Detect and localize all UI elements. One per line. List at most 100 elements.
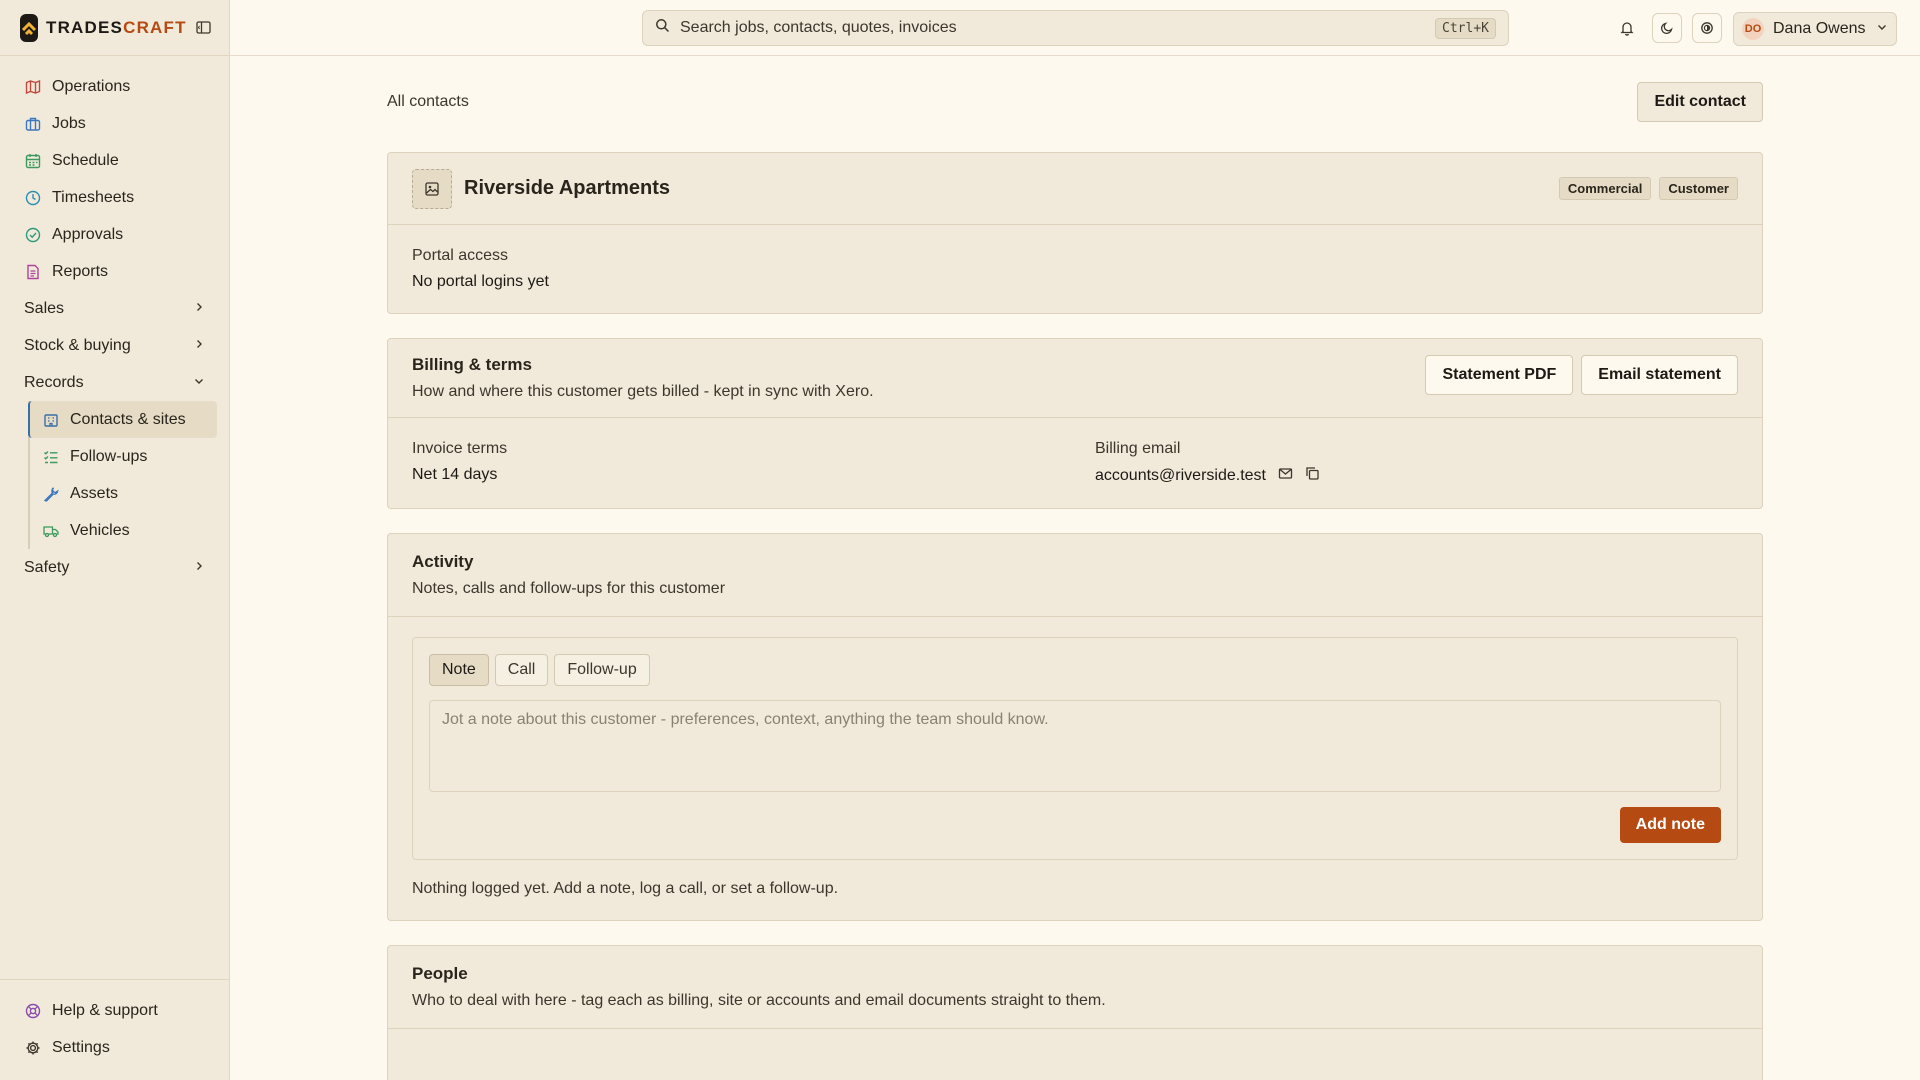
topbar: Search jobs, contacts, quotes, invoices … [230, 0, 1920, 56]
sidebar-item-label: Approvals [52, 225, 124, 243]
brand: TRADESCRAFT [0, 0, 229, 56]
search-placeholder: Search jobs, contacts, quotes, invoices [680, 19, 957, 36]
sidebar-item-timesheets[interactable]: Timesheets [0, 179, 229, 216]
sidebar-item-label: Contacts & sites [70, 410, 186, 428]
invoice-terms-value: Net 14 days [412, 466, 498, 483]
contrast-icon[interactable] [1692, 13, 1722, 43]
sidebar-item-label: Operations [52, 77, 131, 95]
activity-header: Activity Notes, calls and follow-ups for… [388, 534, 1762, 617]
calendar-icon [24, 152, 42, 170]
people-title: People [412, 964, 468, 983]
records-subnav: Contacts & sites Follow-ups Assets Vehic… [28, 401, 217, 549]
search-input[interactable]: Search jobs, contacts, quotes, invoices … [642, 10, 1509, 46]
portal-access-value: No portal logins yet [412, 273, 549, 290]
sidebar-item-schedule[interactable]: Schedule [0, 142, 229, 179]
people-card: People Who to deal with here - tag each … [387, 945, 1763, 1080]
sidebar-item-label: Jobs [52, 114, 86, 132]
sidebar-item-assets[interactable]: Assets [30, 475, 217, 512]
sidebar-item-vehicles[interactable]: Vehicles [30, 512, 217, 549]
document-icon [24, 263, 42, 281]
activity-tabs: Note Call Follow-up [429, 654, 1721, 686]
activity-subtitle: Notes, calls and follow-ups for this cus… [412, 580, 726, 597]
sidebar-collapse-icon[interactable] [196, 19, 211, 37]
email-statement-button[interactable]: Email statement [1581, 355, 1738, 395]
sidebar-group-sales[interactable]: Sales [0, 290, 229, 327]
sidebar-item-label: Reports [52, 262, 109, 280]
sidebar-group-label: Records [24, 373, 84, 391]
sidebar-group-label: Sales [24, 299, 65, 317]
page-header: All contacts Edit contact [387, 56, 1763, 160]
add-note-button[interactable]: Add note [1619, 807, 1721, 843]
sidebar-item-label: Timesheets [52, 188, 135, 206]
sidebar-group-records[interactable]: Records [0, 364, 229, 401]
portal-access-section: Portal access No portal logins yet [388, 225, 1762, 313]
gear-icon [24, 1039, 42, 1057]
sidebar-item-approvals[interactable]: Approvals [0, 216, 229, 253]
sidebar-item-label: Settings [52, 1038, 110, 1056]
sidebar-group-label: Stock & buying [24, 336, 131, 354]
note-input[interactable] [429, 700, 1721, 792]
wrench-icon [42, 485, 60, 503]
activity-title: Activity [412, 552, 474, 571]
clock-icon [24, 189, 42, 207]
sidebar-item-label: Help & support [52, 1001, 158, 1019]
billing-subtitle: How and where this customer gets billed … [412, 383, 874, 400]
invoice-terms-label: Invoice terms [412, 440, 508, 457]
avatar: DO [1742, 18, 1764, 40]
statement-pdf-button[interactable]: Statement PDF [1425, 355, 1574, 395]
activity-card: Activity Notes, calls and follow-ups for… [387, 533, 1763, 921]
shortcut-hint: Ctrl+K [1435, 17, 1496, 39]
sidebar-item-jobs[interactable]: Jobs [0, 105, 229, 142]
lifebuoy-icon [24, 1002, 42, 1020]
activity-body: Note Call Follow-up Add note Nothing log… [388, 617, 1762, 920]
sidebar-item-settings[interactable]: Settings [0, 1029, 229, 1066]
tab-call[interactable]: Call [494, 654, 549, 686]
people-header: People Who to deal with here - tag each … [388, 946, 1762, 1029]
chevron-down-icon [193, 374, 205, 392]
user-name: Dana Owens [1773, 20, 1866, 37]
brand-name: TRADESCRAFT [46, 17, 187, 37]
badge-customer: Customer [1659, 177, 1738, 200]
badge-commercial: Commercial [1558, 177, 1652, 200]
copy-icon[interactable] [1305, 466, 1320, 486]
billing-email-label: Billing email [1095, 440, 1181, 457]
sidebar-item-label: Vehicles [70, 521, 130, 539]
image-placeholder-icon[interactable] [412, 168, 452, 209]
chevron-right-icon [193, 300, 205, 318]
sidebar-group-stock[interactable]: Stock & buying [0, 327, 229, 364]
sidebar-group-label: Safety [24, 558, 70, 576]
sidebar-item-label: Schedule [52, 151, 119, 169]
sidebar-footer: Help & support Settings [0, 979, 229, 1080]
sidebar-item-reports[interactable]: Reports [0, 253, 229, 290]
sidebar-item-label: Follow-ups [70, 447, 148, 465]
sidebar-item-follow-ups[interactable]: Follow-ups [30, 438, 217, 475]
contact-summary-card: Riverside Apartments Commercial Customer… [387, 152, 1763, 314]
chevron-right-icon [193, 337, 205, 355]
sidebar-item-help[interactable]: Help & support [0, 992, 229, 1029]
activity-empty-state: Nothing logged yet. Add a note, log a ca… [412, 880, 839, 897]
people-subtitle: Who to deal with here - tag each as bill… [412, 992, 1106, 1009]
mail-icon[interactable] [1278, 466, 1293, 486]
briefcase-icon [24, 115, 42, 133]
chevron-down-icon [1876, 20, 1888, 38]
contact-title-row: Riverside Apartments Commercial Customer [388, 153, 1762, 225]
sidebar-nav: Operations Jobs Schedule Timesheets Appr… [0, 56, 229, 586]
checklist-icon [42, 448, 60, 466]
sidebar-item-operations[interactable]: Operations [0, 68, 229, 105]
moon-icon[interactable] [1652, 13, 1682, 43]
activity-composer: Note Call Follow-up Add note [412, 637, 1738, 860]
tab-follow-up[interactable]: Follow-up [554, 654, 650, 686]
chevron-right-icon [193, 559, 205, 577]
sidebar-item-label: Assets [70, 484, 119, 502]
edit-contact-button[interactable]: Edit contact [1637, 82, 1763, 122]
user-menu[interactable]: DO Dana Owens [1733, 12, 1897, 46]
brand-logo-icon[interactable] [20, 13, 38, 42]
billing-header: Billing & terms How and where this custo… [388, 339, 1762, 418]
sidebar-group-safety[interactable]: Safety [0, 549, 229, 586]
sidebar-item-contacts-sites[interactable]: Contacts & sites [28, 401, 217, 438]
billing-email-value: accounts@riverside.test [1095, 467, 1266, 484]
bell-icon[interactable] [1612, 13, 1642, 43]
breadcrumb[interactable]: All contacts [387, 93, 469, 111]
search-icon [655, 18, 670, 38]
tab-note[interactable]: Note [429, 654, 489, 686]
